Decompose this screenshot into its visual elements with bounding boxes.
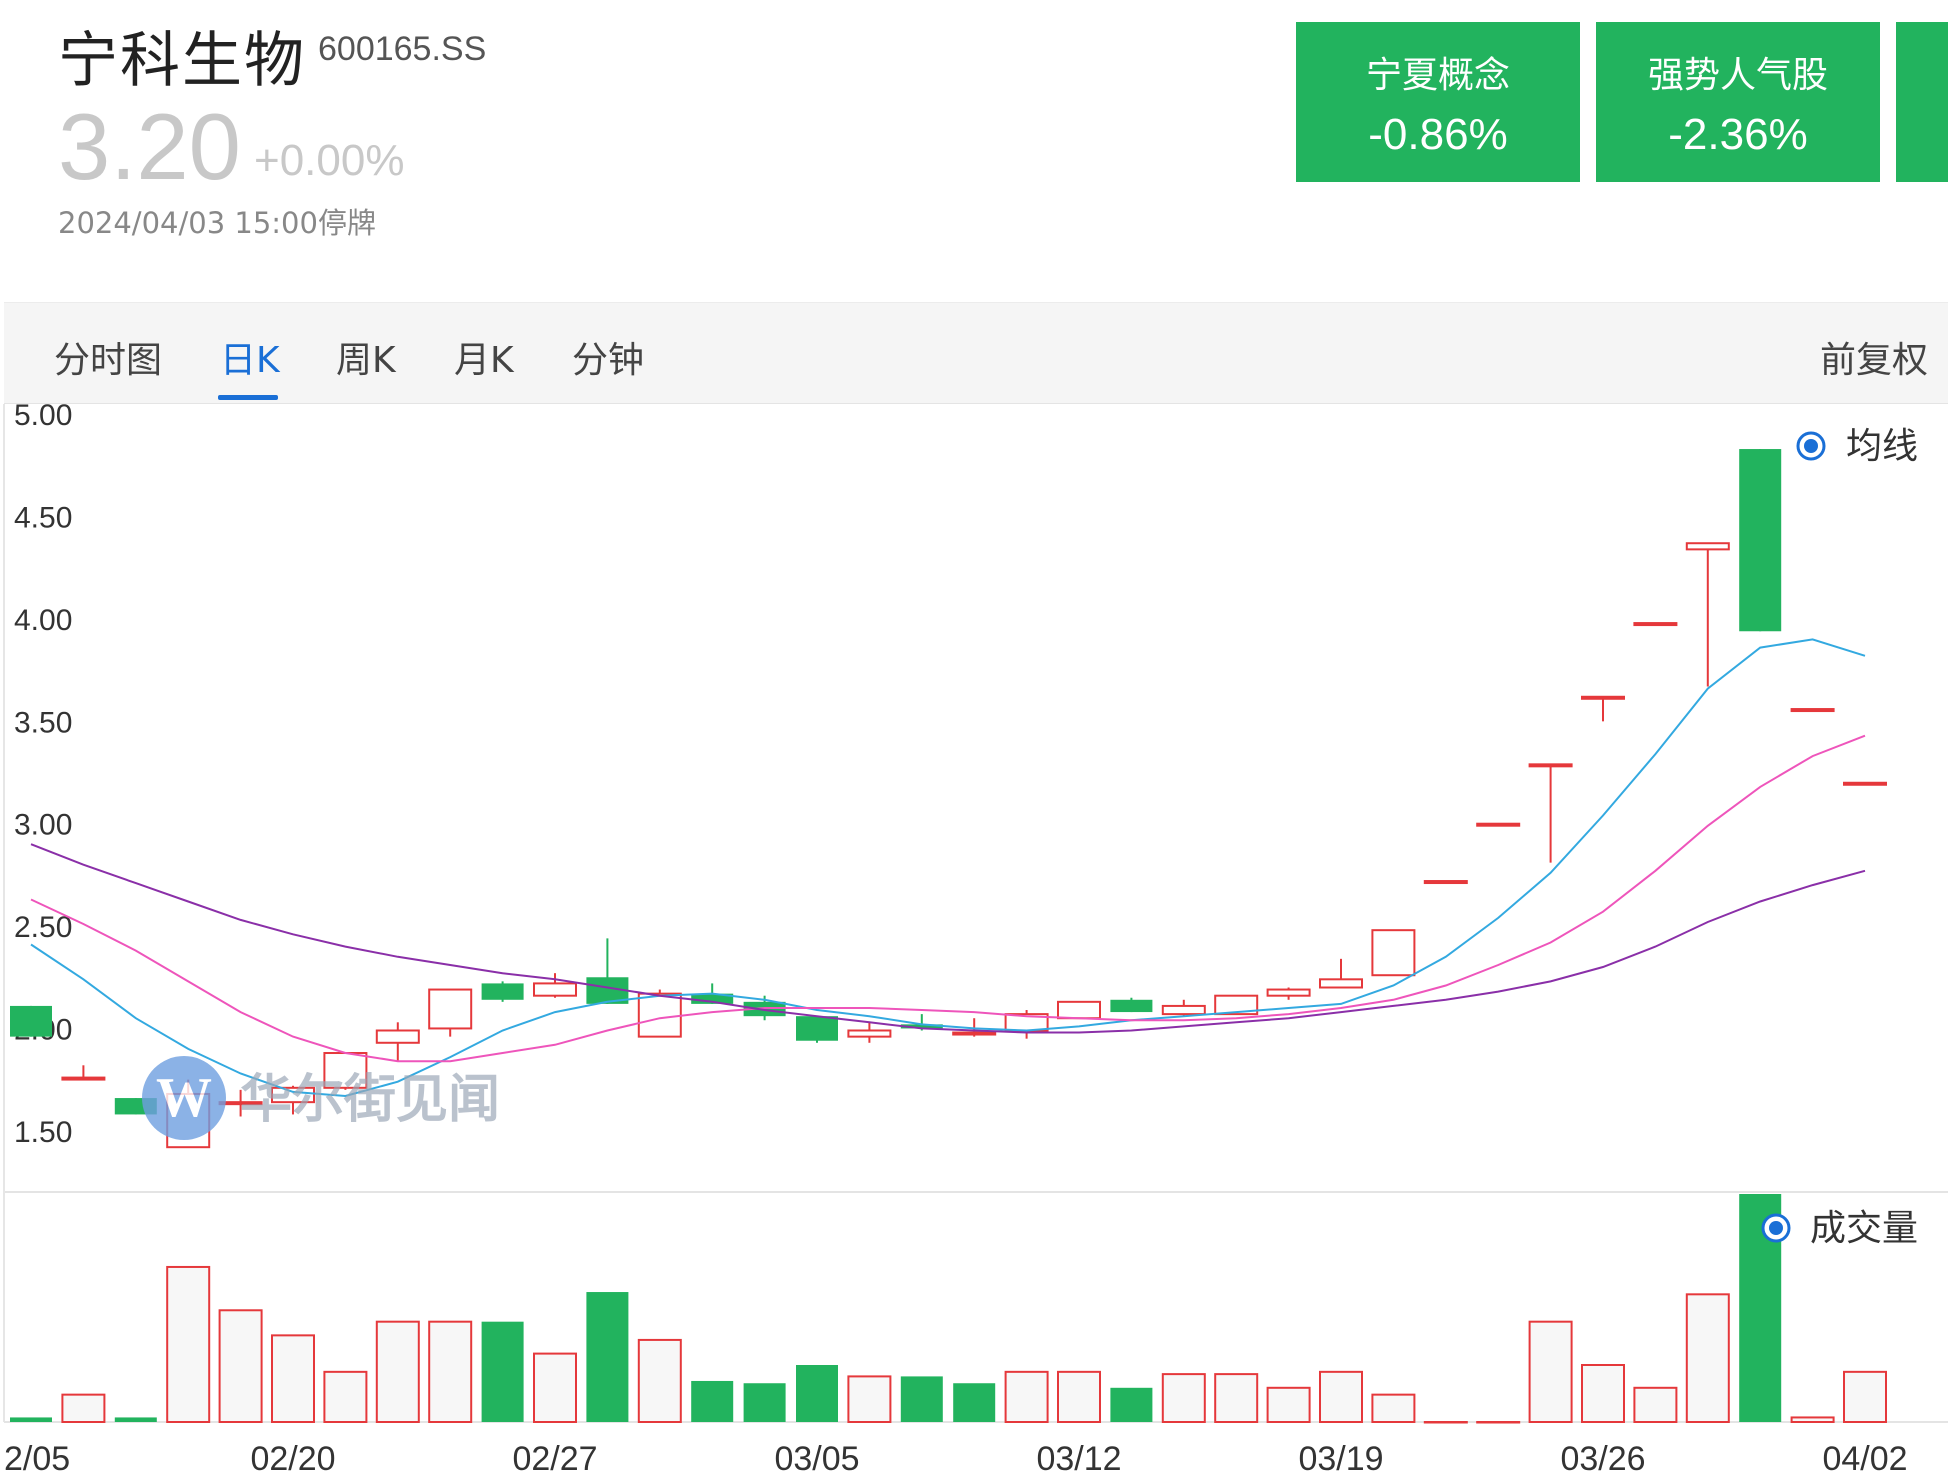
volume-bar xyxy=(743,1383,786,1422)
volume-bar xyxy=(953,1383,996,1422)
volume-legend-label: 成交量 xyxy=(1810,1208,1918,1249)
volume-bar xyxy=(114,1417,157,1422)
volume-bar xyxy=(1528,1320,1573,1424)
y-tick-label: 4.50 xyxy=(14,502,72,535)
volume-bar xyxy=(1161,1373,1206,1423)
candle-body xyxy=(1843,781,1887,786)
volume-bar xyxy=(481,1321,524,1422)
candle-body xyxy=(533,982,577,997)
candle-body xyxy=(1371,929,1416,977)
candle-body xyxy=(1685,542,1730,551)
candle-body xyxy=(796,1016,838,1041)
volume-bar xyxy=(323,1370,368,1423)
volume-bar xyxy=(1371,1393,1416,1424)
volume-bar xyxy=(1110,1387,1153,1422)
volume-bar xyxy=(1685,1293,1730,1423)
chart-background xyxy=(4,404,1948,1484)
radio-dot-icon xyxy=(1769,1221,1783,1235)
y-tick-label: 2.50 xyxy=(14,911,72,944)
x-tick-label: 03/05 xyxy=(774,1440,859,1478)
y-tick-label: 3.00 xyxy=(14,809,72,842)
volume-bar xyxy=(847,1375,892,1424)
candle-body xyxy=(1161,1004,1206,1016)
watermark: W 华尔街见闻 xyxy=(142,1056,500,1140)
volume-bar xyxy=(900,1376,943,1422)
y-tick-label: 1.50 xyxy=(14,1116,72,1149)
x-tick-label: 04/02 xyxy=(1822,1440,1907,1478)
volume-bar xyxy=(586,1292,629,1422)
candle-body xyxy=(1319,978,1363,989)
volume-bar xyxy=(1423,1421,1468,1424)
candle-body xyxy=(61,1076,106,1081)
volume-bar xyxy=(1057,1370,1101,1423)
volume-bar xyxy=(1843,1370,1887,1423)
kline-chart: 5.004.504.003.503.002.502.001.50 2/0502/… xyxy=(3,399,1948,1484)
y-tick-label: 3.50 xyxy=(14,706,72,739)
volume-bar xyxy=(428,1320,473,1424)
candle-body xyxy=(481,983,524,1000)
candle-body xyxy=(1057,1000,1101,1020)
volume-bar xyxy=(375,1320,420,1424)
volume-bar xyxy=(1581,1364,1625,1423)
volume-bar xyxy=(1266,1386,1311,1424)
candle-body xyxy=(1633,622,1678,627)
ma-legend-label: 均线 xyxy=(1846,426,1918,467)
candle-body xyxy=(1266,988,1311,997)
candle-body xyxy=(10,1005,52,1037)
volume-bar xyxy=(796,1365,838,1422)
volume-bar xyxy=(691,1380,734,1422)
volume-bar xyxy=(10,1417,52,1422)
volume-bar xyxy=(1476,1421,1521,1424)
watermark-logo-letter: W xyxy=(156,1067,212,1129)
volume-bar xyxy=(1004,1370,1049,1423)
candle-body xyxy=(1739,449,1782,632)
candle-body xyxy=(375,1029,420,1044)
volume-bar xyxy=(637,1338,682,1424)
volume-bar xyxy=(1633,1386,1678,1424)
candle-body xyxy=(1790,708,1835,713)
candle-body xyxy=(428,988,473,1030)
x-tick-label: 2/05 xyxy=(4,1440,70,1478)
candle-body xyxy=(1110,999,1153,1013)
x-tick-label: 03/26 xyxy=(1560,1440,1645,1478)
watermark-text: 华尔街见闻 xyxy=(240,1069,500,1130)
y-tick-label: 5.00 xyxy=(14,399,72,432)
x-tick-label: 02/20 xyxy=(250,1440,335,1478)
x-tick-label: 03/19 xyxy=(1298,1440,1383,1478)
candle-body xyxy=(1423,880,1468,885)
candle-body xyxy=(1581,695,1625,700)
x-tick-label: 03/12 xyxy=(1036,1440,1121,1478)
volume-bar xyxy=(218,1309,263,1424)
volume-bar xyxy=(533,1352,577,1423)
candle-body xyxy=(847,1029,892,1038)
volume-bar xyxy=(1790,1416,1835,1423)
y-tick-label: 4.00 xyxy=(14,604,72,637)
candle-body xyxy=(1528,763,1573,768)
volume-bar xyxy=(166,1265,211,1423)
candle-body xyxy=(637,992,682,1038)
x-tick-label: 02/27 xyxy=(512,1440,597,1478)
volume-bar xyxy=(271,1334,315,1423)
radio-dot-icon xyxy=(1804,439,1818,453)
volume-bar xyxy=(61,1393,106,1424)
volume-bar xyxy=(1214,1373,1259,1423)
volume-bar xyxy=(1319,1370,1363,1423)
candle-body xyxy=(952,1031,997,1036)
candle-body xyxy=(1476,822,1521,827)
